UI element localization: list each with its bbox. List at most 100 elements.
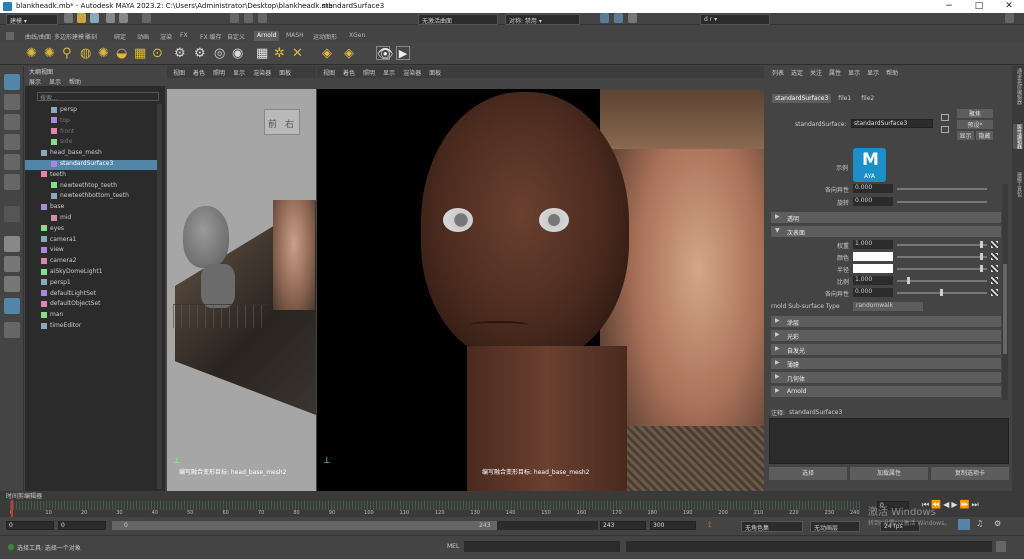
settings-icon[interactable] [1005,13,1014,23]
outliner-item[interactable]: man [25,311,157,321]
attr-slider-knob[interactable] [980,265,984,272]
outliner-item[interactable]: persp [25,106,157,116]
scene-end-field[interactable]: 300 [650,521,696,530]
anim-prefs-icon[interactable]: ⚙ [994,519,1001,528]
attr-row-slider[interactable] [897,244,987,246]
playback-start-field[interactable]: 0 [58,521,106,530]
shelf-tab[interactable]: XGen [346,31,368,41]
outliner-item[interactable]: eyes [25,225,157,235]
attr-row-value[interactable] [853,264,893,273]
arnold-skydome-icon[interactable]: ◒ [116,46,130,61]
texture-map-icon[interactable] [991,253,998,260]
attr-menu-item[interactable]: 显示 [867,68,879,77]
viewport-menu-shading[interactable]: 着色 [343,68,355,77]
ipr-render-icon[interactable] [614,13,623,23]
shelf-menu-icon[interactable] [6,32,14,40]
attr-section-header[interactable] [771,358,1001,369]
arnold-play-icon[interactable]: ▶ [396,46,410,60]
viewport-menu-renderer[interactable]: 渲染器 [403,68,421,77]
attr-presets-icon[interactable] [941,126,949,133]
focus-button[interactable]: 聚焦 [957,109,993,118]
attr-row-value[interactable]: 1.000 [853,240,893,249]
new-scene-icon[interactable] [64,13,73,23]
outliner-item[interactable]: teeth [25,171,157,181]
outliner-menu-item[interactable]: 展示 [29,77,41,86]
outliner-item[interactable]: defaultLightSet [25,290,157,300]
load-attributes-button[interactable]: 加载属性 [850,467,928,480]
attr-slider-knob[interactable] [980,253,984,260]
snap-point-icon[interactable] [258,13,267,23]
attr-menu-item[interactable]: 帮助 [886,68,898,77]
attr-row-slider[interactable] [897,201,987,203]
lasso-tool-icon[interactable] [4,94,20,110]
view-cube[interactable]: 前 右 [264,109,300,135]
viewport-menu-renderer[interactable]: 渲染器 [253,68,271,77]
close-button[interactable]: ✕ [994,0,1024,13]
attr-row-value[interactable]: 1.000 [853,276,893,285]
minimize-button[interactable]: − [934,0,964,13]
outliner-item[interactable]: side [25,138,157,148]
viewport-menu-view[interactable]: 视图 [323,68,335,77]
shelf-tab[interactable]: 动画 [134,31,152,41]
side-tab-channel-box[interactable]: 通道盒/层编辑器 [1013,68,1023,105]
outliner-scrollbar[interactable] [157,104,162,489]
shelf-tab[interactable]: 渲染 [157,31,175,41]
four-view-icon[interactable] [4,256,20,272]
character-key-icon[interactable]: ⟟ [708,520,711,530]
shelf-tab[interactable]: Arnold [254,31,280,41]
go-to-end-icon[interactable]: ⏭ [971,500,980,509]
open-scene-icon[interactable] [77,13,86,23]
scene-start-field[interactable]: 0 [6,521,54,530]
step-forward-icon[interactable]: ⏩ [959,500,971,509]
arnold-standin-icon[interactable]: ⚙ [174,46,188,61]
outliner-menu-item[interactable]: 显示 [49,77,61,86]
live-surface-field[interactable]: 无激活曲面 [418,14,498,25]
attr-focus-icon[interactable] [941,114,949,121]
outliner-item[interactable]: top [25,117,157,127]
arnold-area-light-icon[interactable]: ✺ [44,46,58,61]
side-by-side-icon[interactable] [4,276,20,292]
move-tool-icon[interactable] [4,134,20,150]
attr-tab[interactable]: file1 [835,94,854,103]
outliner-item[interactable]: standardSurface3 [25,160,157,170]
outliner-item[interactable]: view [25,246,157,256]
arnold-portal-icon[interactable]: ▦ [134,46,148,61]
arnold-flush-icon[interactable]: ▦ [256,46,270,61]
arnold-render-view-icon[interactable]: ◈ [322,46,336,61]
anim-layer-dropdown[interactable]: 无动画层 [810,521,860,532]
attr-section-header[interactable] [771,212,1001,223]
save-scene-icon[interactable] [90,13,99,23]
redo-icon[interactable] [119,13,128,23]
arnold-physical-sky-icon[interactable]: ⊙ [152,46,166,61]
arnold-volume-icon[interactable]: ⚙ [194,46,208,61]
arnold-material-icon[interactable]: ◉ [232,46,246,61]
select-tool-icon[interactable] [4,74,20,90]
outliner-item[interactable]: persp1 [25,279,157,289]
attr-slider-knob[interactable] [980,241,984,248]
viewport-menu-panels[interactable]: 面板 [429,68,441,77]
viewport-main[interactable]: 视图 着色 照明 显示 渲染器 面板 ⊥ 编写融合变形目标: head_base… [317,66,764,491]
outliner-item[interactable]: aiSkyDomeLight1 [25,268,157,278]
undo-icon[interactable] [106,13,115,23]
arnold-photometric-icon[interactable]: ✺ [98,46,112,61]
side-tab-modeling-toolkit[interactable]: 建模工具包 [1013,172,1023,197]
mel-input[interactable] [464,541,620,552]
attr-section-header[interactable] [771,344,1001,355]
attr-menu-item[interactable]: 属性 [829,68,841,77]
outliner-layout-icon[interactable] [4,298,20,314]
outliner-item[interactable]: camera1 [25,236,157,246]
snap-grid-icon[interactable] [230,13,239,23]
loop-icon[interactable] [958,519,970,530]
texture-map-icon[interactable] [991,289,998,296]
script-editor-icon[interactable] [996,541,1006,552]
notes-field[interactable] [769,418,1009,464]
arnold-light-icon[interactable]: ✺ [26,46,40,61]
attr-section-header[interactable] [771,330,1001,341]
attr-menu-item[interactable]: 列表 [772,68,784,77]
attr-section-header[interactable] [771,372,1001,383]
outliner-item[interactable]: head_base_mesh [25,149,157,159]
attr-section-header[interactable] [771,226,1001,237]
shelf-tab[interactable]: 雕刻 [82,31,100,41]
shelf-tab[interactable]: 绑定 [111,31,129,41]
texture-map-icon[interactable] [991,277,998,284]
